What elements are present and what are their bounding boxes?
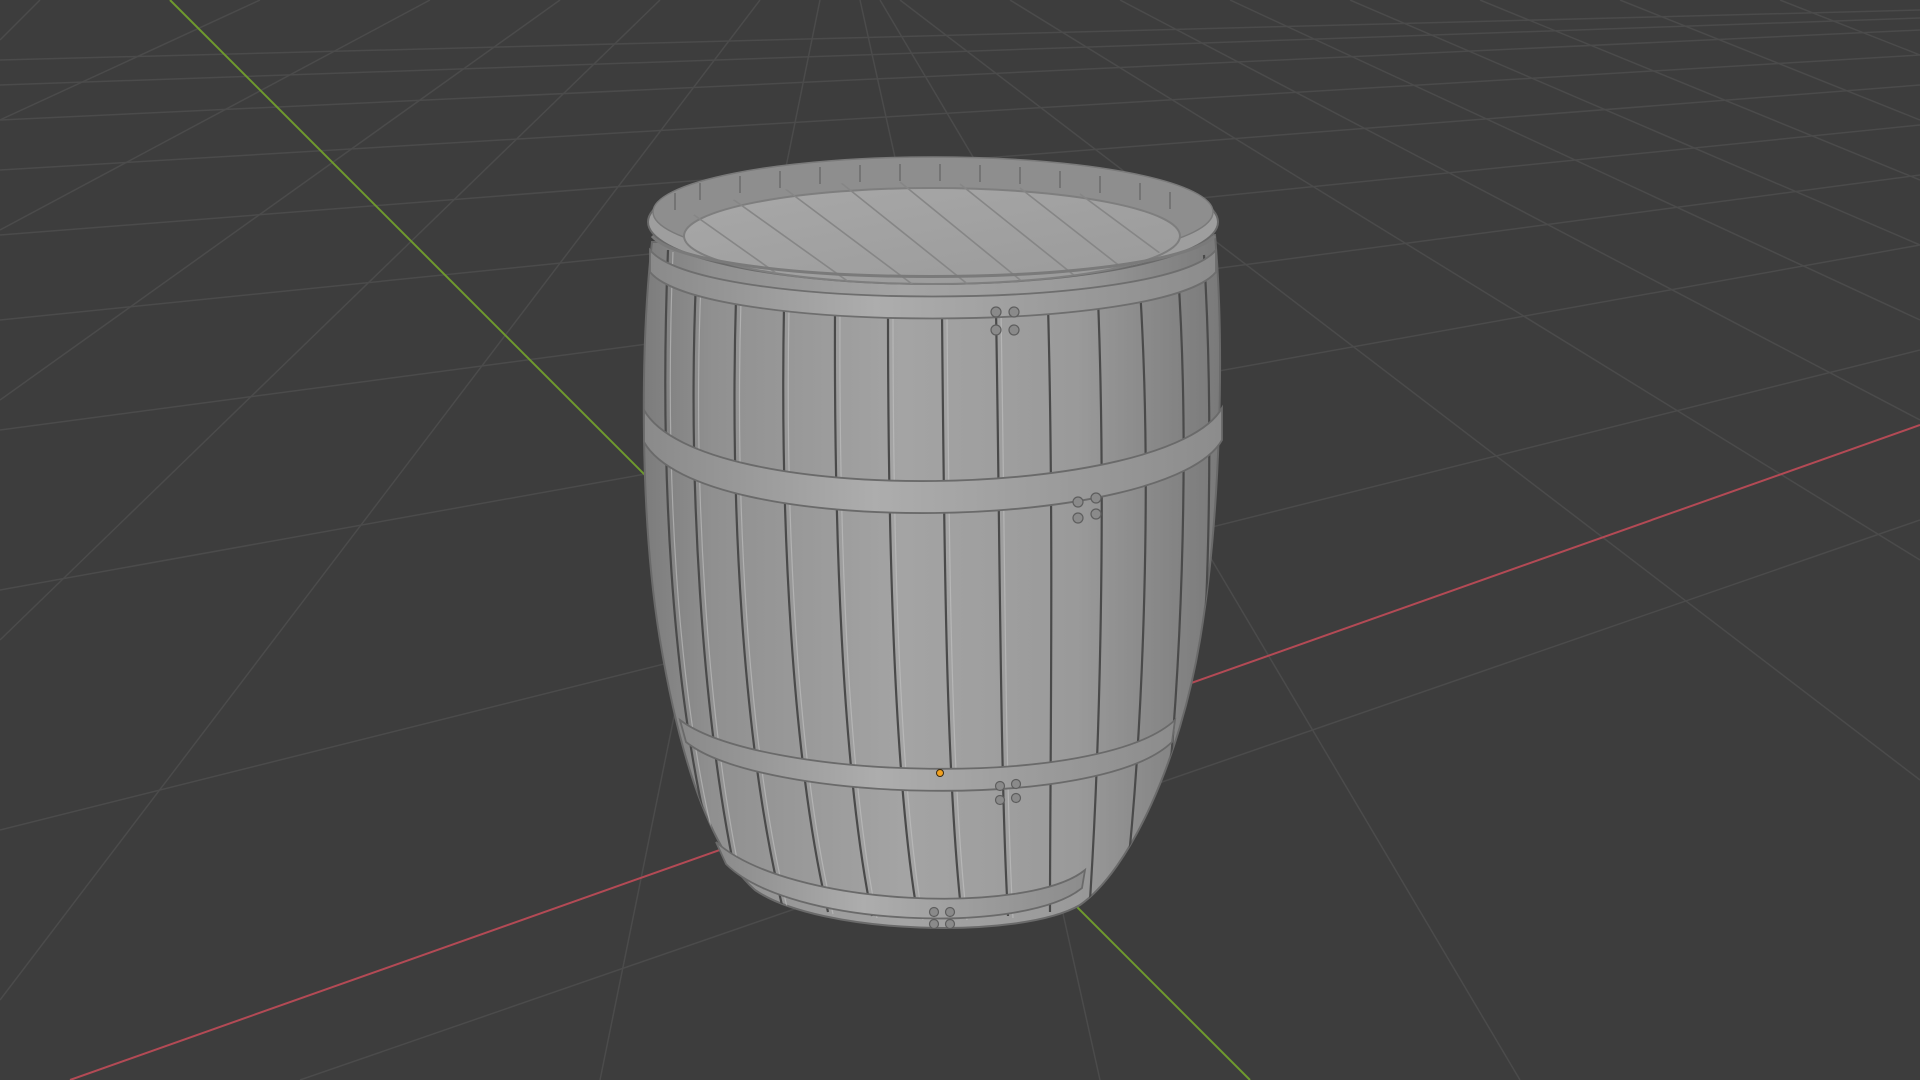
barrel-lid — [683, 187, 1181, 285]
barrel-object[interactable] — [642, 156, 1223, 930]
3d-viewport[interactable] — [0, 0, 1920, 1080]
viewport-canvas[interactable] — [0, 0, 1920, 1080]
object-origin-icon — [936, 769, 944, 777]
